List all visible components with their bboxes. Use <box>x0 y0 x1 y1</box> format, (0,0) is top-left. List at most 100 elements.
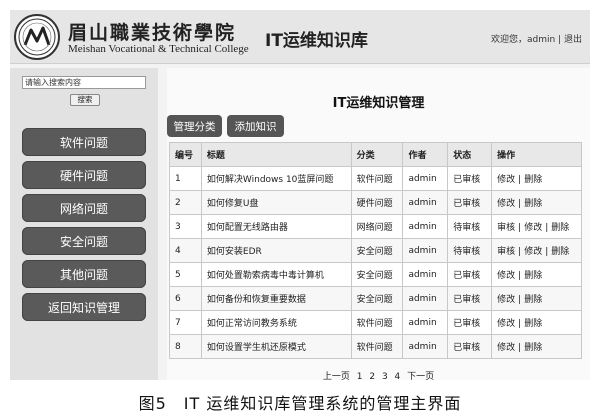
cell-title: 如何配置无线路由器 <box>200 214 352 239</box>
sidebar-item-back-to-management[interactable]: 返回知识管理 <box>22 293 146 321</box>
cell-category: 安全问题 <box>350 238 404 263</box>
delete-link[interactable]: 删除 <box>524 175 542 185</box>
op-separator: | <box>518 343 522 353</box>
cell-title: 如何设置学生机还原模式 <box>200 334 352 359</box>
cell-category: 网络问题 <box>350 214 404 239</box>
cell-title: 如何安装EDR <box>200 238 352 263</box>
cell-author: admin <box>402 262 449 287</box>
manage-category-button[interactable]: 管理分类 <box>167 115 222 137</box>
page-link[interactable]: 3 <box>382 372 388 382</box>
cell-actions: 修改 | 删除 <box>491 166 582 191</box>
cell-actions: 修改 | 删除 <box>491 286 582 311</box>
cell-title: 如何修复U盘 <box>200 190 352 215</box>
sidebar-item-network[interactable]: 网络问题 <box>22 194 146 222</box>
cell-category: 硬件问题 <box>350 190 404 215</box>
cell-id: 6 <box>169 286 202 311</box>
sidebar-item-hardware[interactable]: 硬件问题 <box>22 161 146 189</box>
prev-page-link[interactable]: 上一页 <box>323 372 350 382</box>
cell-title: 如何解决Windows 10蓝屏问题 <box>200 166 352 191</box>
page-link[interactable]: 4 <box>395 372 401 382</box>
page-title: IT运维知识管理 <box>332 96 425 111</box>
op-separator: | <box>518 223 522 233</box>
op-separator: | <box>518 271 522 281</box>
cell-status: 已审核 <box>447 166 493 191</box>
table-row: 3 如何配置无线路由器 网络问题 admin 待审核 审核 | 修改 | 删除 <box>169 214 582 239</box>
edit-link[interactable]: 修改 <box>497 199 515 209</box>
cell-status: 已审核 <box>447 262 493 287</box>
search-input[interactable] <box>22 76 146 89</box>
op-separator: | <box>518 247 522 257</box>
separator: | <box>558 35 562 45</box>
table-row: 8 如何设置学生机还原模式 软件问题 admin 已审核 修改 | 删除 <box>169 334 582 359</box>
delete-link[interactable]: 删除 <box>524 295 542 305</box>
delete-link[interactable]: 删除 <box>524 199 542 209</box>
op-separator: | <box>545 223 549 233</box>
cell-status: 已审核 <box>447 310 493 335</box>
cell-author: admin <box>402 310 449 335</box>
cell-category: 软件问题 <box>350 334 404 359</box>
edit-link[interactable]: 修改 <box>497 319 515 329</box>
cell-author: admin <box>402 166 449 191</box>
sidebar-item-security[interactable]: 安全问题 <box>22 227 146 255</box>
welcome-text: 欢迎您， <box>490 35 527 45</box>
edit-link[interactable]: 修改 <box>497 295 515 305</box>
delete-link[interactable]: 删除 <box>524 343 542 353</box>
cell-status: 待审核 <box>447 238 493 263</box>
header: 眉山職業技術學院 Meishan Vocational & Technical … <box>10 10 590 64</box>
sidebar-item-software[interactable]: 软件问题 <box>22 128 146 156</box>
approve-link[interactable]: 审核 <box>497 223 515 233</box>
cell-author: admin <box>402 286 449 311</box>
cell-id: 2 <box>169 190 202 215</box>
user-info: 欢迎您，admin | 退出 <box>491 32 582 45</box>
cell-title: 如何正常访问教务系统 <box>200 310 352 335</box>
approve-link[interactable]: 审核 <box>497 247 515 257</box>
cell-id: 5 <box>169 262 202 287</box>
cell-title: 如何备份和恢复重要数据 <box>200 286 352 311</box>
edit-link[interactable]: 修改 <box>497 343 515 353</box>
edit-link[interactable]: 修改 <box>524 223 542 233</box>
cell-author: admin <box>402 238 449 263</box>
column-header-author: 作者 <box>402 142 449 167</box>
column-header-title: 标题 <box>200 142 352 167</box>
cell-category: 软件问题 <box>350 310 404 335</box>
school-name-en: Meishan Vocational & Technical College <box>68 43 249 55</box>
delete-link[interactable]: 删除 <box>551 223 569 233</box>
logout-link[interactable]: 退出 <box>564 35 582 45</box>
table-row: 6 如何备份和恢复重要数据 安全问题 admin 已审核 修改 | 删除 <box>169 286 582 311</box>
edit-link[interactable]: 修改 <box>524 247 542 257</box>
table-row: 1 如何解决Windows 10蓝屏问题 软件问题 admin 已审核 修改 | 删除 <box>169 166 582 191</box>
next-page-link[interactable]: 下一页 <box>407 372 434 382</box>
op-separator: | <box>518 175 522 185</box>
pagination: 上一页 1 2 3 4 下一页 <box>167 369 590 382</box>
table-row: 4 如何安装EDR 安全问题 admin 待审核 审核 | 修改 | 删除 <box>169 238 582 263</box>
page-link[interactable]: 1 <box>357 372 363 382</box>
cell-status: 已审核 <box>447 334 493 359</box>
edit-link[interactable]: 修改 <box>497 271 515 281</box>
cell-actions: 审核 | 修改 | 删除 <box>491 214 582 239</box>
college-logo-icon <box>14 14 60 60</box>
cell-id: 3 <box>169 214 202 239</box>
school-name-cn: 眉山職業技術學院 <box>68 22 237 44</box>
cell-id: 4 <box>169 238 202 263</box>
table-row: 5 如何处置勒索病毒中毒计算机 安全问题 admin 已审核 修改 | 删除 <box>169 262 582 287</box>
cell-actions: 修改 | 删除 <box>491 310 582 335</box>
cell-id: 1 <box>169 166 202 191</box>
edit-link[interactable]: 修改 <box>497 175 515 185</box>
add-knowledge-button[interactable]: 添加知识 <box>227 115 284 137</box>
search-button[interactable]: 搜索 <box>70 94 100 106</box>
cell-status: 已审核 <box>447 190 493 215</box>
delete-link[interactable]: 删除 <box>524 271 542 281</box>
page-link[interactable]: 2 <box>369 372 375 382</box>
column-header-status: 状态 <box>447 142 493 167</box>
cell-title: 如何处置勒索病毒中毒计算机 <box>200 262 352 287</box>
sidebar-item-other[interactable]: 其他问题 <box>22 260 146 288</box>
delete-link[interactable]: 删除 <box>524 319 542 329</box>
op-separator: | <box>518 295 522 305</box>
delete-link[interactable]: 删除 <box>551 247 569 257</box>
cell-category: 安全问题 <box>350 286 404 311</box>
cell-author: admin <box>402 214 449 239</box>
table-row: 2 如何修复U盘 硬件问题 admin 已审核 修改 | 删除 <box>169 190 582 215</box>
main-panel: IT运维知识管理 管理分类 添加知识 编号 标题 分类 作者 状态 操作 1 如何… <box>167 68 590 382</box>
op-separator: | <box>545 247 549 257</box>
cell-category: 软件问题 <box>350 166 404 191</box>
